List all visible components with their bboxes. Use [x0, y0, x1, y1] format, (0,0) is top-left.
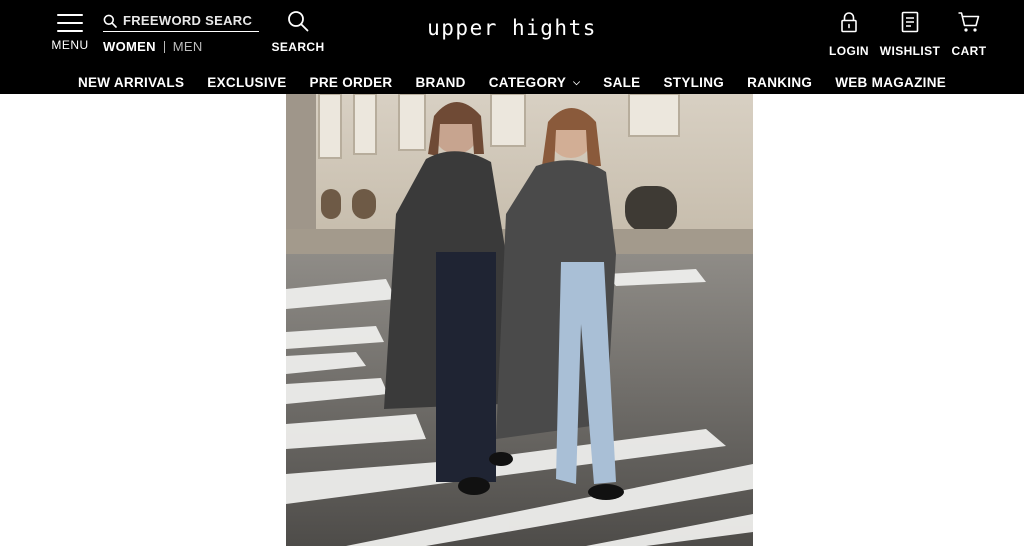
nav-category-label: CATEGORY	[488, 74, 567, 90]
wishlist-button[interactable]: WISHLIST	[878, 10, 942, 58]
search-button-label: SEARCH	[271, 40, 325, 54]
login-button[interactable]: LOGIN	[828, 10, 870, 58]
gender-divider	[163, 40, 165, 53]
menu-label: MENU	[51, 38, 89, 52]
main-nav: NEW ARRIVALS EXCLUSIVE PRE ORDER BRAND C…	[0, 73, 1024, 91]
lock-icon	[841, 12, 857, 33]
shopping-cart-icon	[958, 12, 980, 32]
site-logo[interactable]: upper hights	[0, 16, 1024, 40]
login-label: LOGIN	[829, 44, 869, 58]
hero-photo	[286, 94, 753, 546]
nav-styling[interactable]: STYLING	[663, 75, 724, 90]
nav-category[interactable]: CATEGORY ⌵	[489, 75, 581, 90]
nav-ranking[interactable]: RANKING	[747, 75, 812, 90]
nav-web-magazine[interactable]: WEB MAGAZINE	[835, 75, 946, 90]
cart-label: CART	[951, 44, 987, 58]
nav-exclusive[interactable]: EXCLUSIVE	[207, 75, 286, 90]
hero-image[interactable]	[286, 94, 753, 546]
document-list-icon	[901, 11, 919, 33]
wishlist-label: WISHLIST	[879, 44, 941, 58]
nav-new-arrivals[interactable]: NEW ARRIVALS	[78, 75, 184, 90]
gender-men-link[interactable]: MEN	[173, 39, 203, 54]
gender-women-link[interactable]: WOMEN	[103, 39, 156, 54]
nav-sale[interactable]: SALE	[603, 75, 640, 90]
chevron-down-icon: ⌵	[573, 77, 581, 87]
nav-brand[interactable]: BRAND	[415, 75, 465, 90]
gender-switch: WOMEN MEN	[103, 39, 203, 54]
nav-pre-order[interactable]: PRE ORDER	[310, 75, 393, 90]
site-header: MENU WOMEN MEN SEARCH upper hights LOGIN	[0, 0, 1024, 94]
cart-button[interactable]: CART	[948, 10, 990, 58]
